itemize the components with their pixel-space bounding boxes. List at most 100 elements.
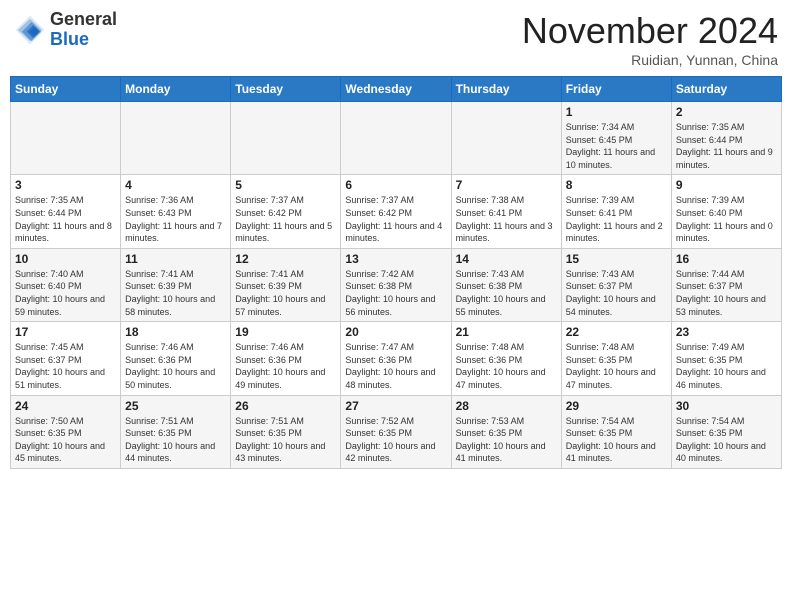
- calendar-cell: 6 Sunrise: 7:37 AM Sunset: 6:42 PM Daylig…: [341, 175, 451, 248]
- day-info: Sunrise: 7:37 AM Sunset: 6:42 PM Dayligh…: [345, 194, 446, 244]
- calendar-week-row: 1 Sunrise: 7:34 AM Sunset: 6:45 PM Daylig…: [11, 102, 782, 175]
- calendar-cell: 20 Sunrise: 7:47 AM Sunset: 6:36 PM Dayli…: [341, 322, 451, 395]
- calendar-cell: 14 Sunrise: 7:43 AM Sunset: 6:38 PM Dayli…: [451, 248, 561, 321]
- day-number: 20: [345, 325, 446, 339]
- day-info: Sunrise: 7:36 AM Sunset: 6:43 PM Dayligh…: [125, 194, 226, 244]
- day-number: 5: [235, 178, 336, 192]
- calendar-cell: 1 Sunrise: 7:34 AM Sunset: 6:45 PM Daylig…: [561, 102, 671, 175]
- day-info: Sunrise: 7:35 AM Sunset: 6:44 PM Dayligh…: [15, 194, 116, 244]
- calendar-week-row: 24Sunrise: 7:50 AM Sunset: 6:35 PM Dayli…: [11, 395, 782, 468]
- calendar-week-row: 3 Sunrise: 7:35 AM Sunset: 6:44 PM Daylig…: [11, 175, 782, 248]
- calendar-cell: 12 Sunrise: 7:41 AM Sunset: 6:39 PM Dayli…: [231, 248, 341, 321]
- calendar-week-row: 10 Sunrise: 7:40 AM Sunset: 6:40 PM Dayli…: [11, 248, 782, 321]
- calendar-cell: 29 Sunrise: 7:54 AM Sunset: 6:35 PM Dayli…: [561, 395, 671, 468]
- day-number: 21: [456, 325, 557, 339]
- calendar-header-row: SundayMondayTuesdayWednesdayThursdayFrid…: [11, 77, 782, 102]
- title-area: November 2024 Ruidian, Yunnan, China: [522, 10, 778, 68]
- day-header-monday: Monday: [121, 77, 231, 102]
- day-info: Sunrise: 7:49 AM Sunset: 6:35 PM Dayligh…: [676, 341, 777, 391]
- day-info: Sunrise: 7:37 AM Sunset: 6:42 PM Dayligh…: [235, 194, 336, 244]
- calendar-cell: 13 Sunrise: 7:42 AM Sunset: 6:38 PM Dayli…: [341, 248, 451, 321]
- day-number: 22: [566, 325, 667, 339]
- calendar-cell: 19Sunrise: 7:46 AM Sunset: 6:36 PM Dayli…: [231, 322, 341, 395]
- day-number: 11: [125, 252, 226, 266]
- day-number: 1: [566, 105, 667, 119]
- calendar-cell: 9Sunrise: 7:39 AM Sunset: 6:40 PM Daylig…: [671, 175, 781, 248]
- day-info: Sunrise: 7:43 AM Sunset: 6:38 PM Dayligh…: [456, 268, 557, 318]
- day-info: Sunrise: 7:51 AM Sunset: 6:35 PM Dayligh…: [235, 415, 336, 465]
- day-info: Sunrise: 7:53 AM Sunset: 6:35 PM Dayligh…: [456, 415, 557, 465]
- calendar-cell: 4 Sunrise: 7:36 AM Sunset: 6:43 PM Daylig…: [121, 175, 231, 248]
- calendar-cell: 28Sunrise: 7:53 AM Sunset: 6:35 PM Dayli…: [451, 395, 561, 468]
- calendar-cell: [341, 102, 451, 175]
- day-number: 16: [676, 252, 777, 266]
- day-number: 26: [235, 399, 336, 413]
- calendar-cell: 17Sunrise: 7:45 AM Sunset: 6:37 PM Dayli…: [11, 322, 121, 395]
- day-info: Sunrise: 7:44 AM Sunset: 6:37 PM Dayligh…: [676, 268, 777, 318]
- calendar-cell: 26 Sunrise: 7:51 AM Sunset: 6:35 PM Dayli…: [231, 395, 341, 468]
- day-number: 7: [456, 178, 557, 192]
- calendar-cell: 16 Sunrise: 7:44 AM Sunset: 6:37 PM Dayli…: [671, 248, 781, 321]
- day-number: 6: [345, 178, 446, 192]
- day-info: Sunrise: 7:42 AM Sunset: 6:38 PM Dayligh…: [345, 268, 446, 318]
- day-header-tuesday: Tuesday: [231, 77, 341, 102]
- day-info: Sunrise: 7:35 AM Sunset: 6:44 PM Dayligh…: [676, 121, 777, 171]
- calendar-cell: [11, 102, 121, 175]
- day-number: 19: [235, 325, 336, 339]
- calendar-cell: 5 Sunrise: 7:37 AM Sunset: 6:42 PM Daylig…: [231, 175, 341, 248]
- calendar-cell: 30Sunrise: 7:54 AM Sunset: 6:35 PM Dayli…: [671, 395, 781, 468]
- calendar-cell: [121, 102, 231, 175]
- calendar-week-row: 17Sunrise: 7:45 AM Sunset: 6:37 PM Dayli…: [11, 322, 782, 395]
- day-info: Sunrise: 7:39 AM Sunset: 6:41 PM Dayligh…: [566, 194, 667, 244]
- day-info: Sunrise: 7:48 AM Sunset: 6:35 PM Dayligh…: [566, 341, 667, 391]
- logo-blue: Blue: [50, 30, 117, 50]
- logo-text: General Blue: [50, 10, 117, 50]
- calendar-table: SundayMondayTuesdayWednesdayThursdayFrid…: [10, 76, 782, 469]
- day-info: Sunrise: 7:46 AM Sunset: 6:36 PM Dayligh…: [125, 341, 226, 391]
- day-header-saturday: Saturday: [671, 77, 781, 102]
- calendar-cell: 23 Sunrise: 7:49 AM Sunset: 6:35 PM Dayli…: [671, 322, 781, 395]
- logo-general: General: [50, 10, 117, 30]
- day-info: Sunrise: 7:43 AM Sunset: 6:37 PM Dayligh…: [566, 268, 667, 318]
- day-info: Sunrise: 7:34 AM Sunset: 6:45 PM Dayligh…: [566, 121, 667, 171]
- calendar-cell: 15 Sunrise: 7:43 AM Sunset: 6:37 PM Dayli…: [561, 248, 671, 321]
- calendar-cell: [231, 102, 341, 175]
- day-info: Sunrise: 7:47 AM Sunset: 6:36 PM Dayligh…: [345, 341, 446, 391]
- day-header-thursday: Thursday: [451, 77, 561, 102]
- calendar-cell: 18Sunrise: 7:46 AM Sunset: 6:36 PM Dayli…: [121, 322, 231, 395]
- day-number: 29: [566, 399, 667, 413]
- day-info: Sunrise: 7:41 AM Sunset: 6:39 PM Dayligh…: [235, 268, 336, 318]
- day-number: 25: [125, 399, 226, 413]
- day-info: Sunrise: 7:54 AM Sunset: 6:35 PM Dayligh…: [566, 415, 667, 465]
- day-info: Sunrise: 7:50 AM Sunset: 6:35 PM Dayligh…: [15, 415, 116, 465]
- calendar-cell: 22 Sunrise: 7:48 AM Sunset: 6:35 PM Dayli…: [561, 322, 671, 395]
- location-subtitle: Ruidian, Yunnan, China: [522, 52, 778, 68]
- day-info: Sunrise: 7:38 AM Sunset: 6:41 PM Dayligh…: [456, 194, 557, 244]
- day-number: 4: [125, 178, 226, 192]
- day-number: 3: [15, 178, 116, 192]
- page-header: General Blue November 2024 Ruidian, Yunn…: [10, 10, 782, 68]
- day-number: 8: [566, 178, 667, 192]
- day-info: Sunrise: 7:48 AM Sunset: 6:36 PM Dayligh…: [456, 341, 557, 391]
- day-number: 23: [676, 325, 777, 339]
- day-number: 15: [566, 252, 667, 266]
- calendar-cell: 24Sunrise: 7:50 AM Sunset: 6:35 PM Dayli…: [11, 395, 121, 468]
- day-number: 12: [235, 252, 336, 266]
- day-info: Sunrise: 7:52 AM Sunset: 6:35 PM Dayligh…: [345, 415, 446, 465]
- day-info: Sunrise: 7:41 AM Sunset: 6:39 PM Dayligh…: [125, 268, 226, 318]
- day-number: 14: [456, 252, 557, 266]
- calendar-cell: 21 Sunrise: 7:48 AM Sunset: 6:36 PM Dayli…: [451, 322, 561, 395]
- day-info: Sunrise: 7:40 AM Sunset: 6:40 PM Dayligh…: [15, 268, 116, 318]
- day-info: Sunrise: 7:39 AM Sunset: 6:40 PM Dayligh…: [676, 194, 777, 244]
- calendar-cell: 27Sunrise: 7:52 AM Sunset: 6:35 PM Dayli…: [341, 395, 451, 468]
- logo-icon: [14, 14, 46, 46]
- month-title: November 2024: [522, 10, 778, 52]
- day-number: 10: [15, 252, 116, 266]
- day-header-friday: Friday: [561, 77, 671, 102]
- day-number: 13: [345, 252, 446, 266]
- day-header-sunday: Sunday: [11, 77, 121, 102]
- day-number: 2: [676, 105, 777, 119]
- calendar-cell: 8 Sunrise: 7:39 AM Sunset: 6:41 PM Daylig…: [561, 175, 671, 248]
- calendar-cell: 7 Sunrise: 7:38 AM Sunset: 6:41 PM Daylig…: [451, 175, 561, 248]
- day-info: Sunrise: 7:51 AM Sunset: 6:35 PM Dayligh…: [125, 415, 226, 465]
